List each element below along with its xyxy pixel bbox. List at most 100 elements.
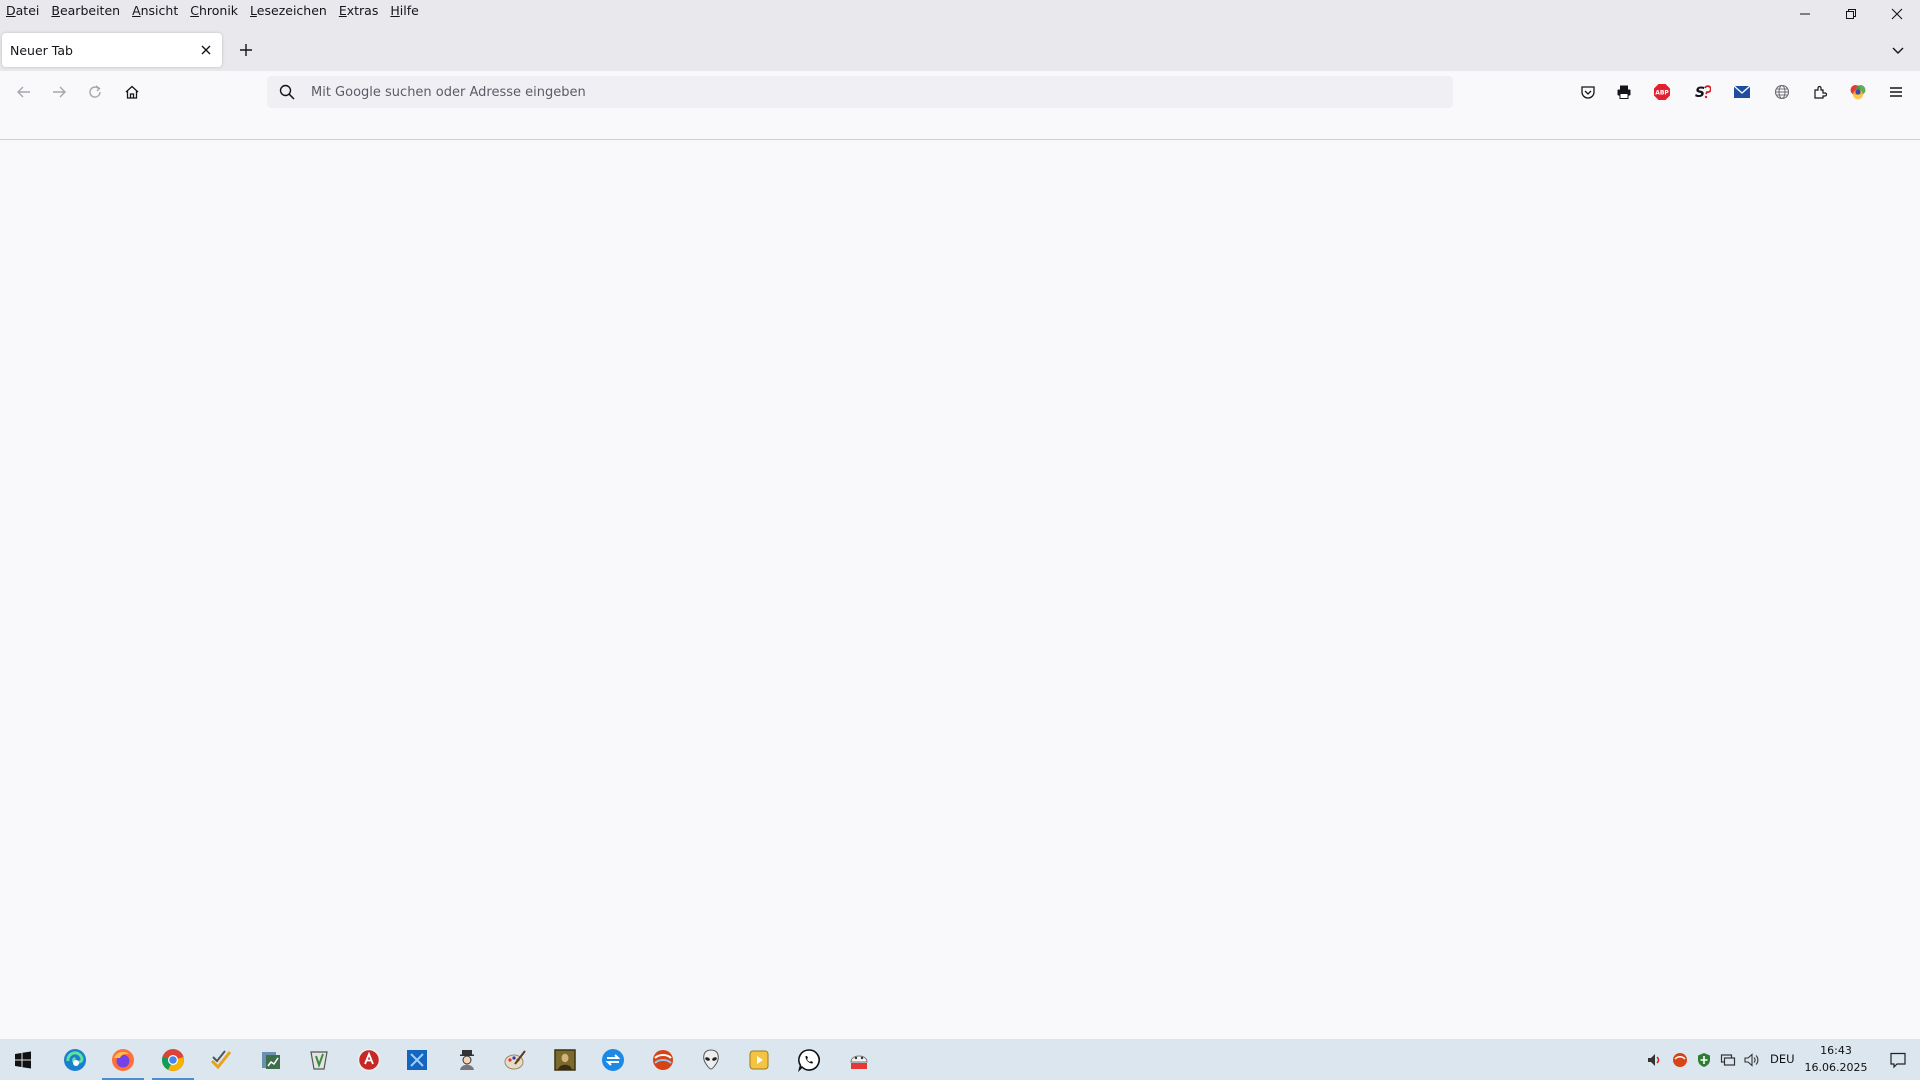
layers-app-icon: [653, 1049, 673, 1070]
print-button[interactable]: [1612, 80, 1636, 104]
blue-app-icon: [407, 1049, 427, 1070]
taskbar-layers-app[interactable]: [640, 1039, 686, 1080]
app-menu-button[interactable]: [1884, 80, 1908, 104]
minimize-icon: [1800, 13, 1810, 15]
forward-button[interactable]: [47, 80, 71, 104]
pocket-button[interactable]: [1576, 80, 1600, 104]
taskbar-sync-app[interactable]: [590, 1039, 636, 1080]
menu-chronik[interactable]: Chronik: [184, 0, 244, 22]
tab-strip: Neuer Tab: [0, 25, 1920, 71]
menu-ansicht[interactable]: Ansicht: [126, 0, 184, 22]
pocket-icon: [1581, 86, 1595, 99]
app-menu-icon: [1890, 87, 1902, 97]
adblock-plus-button[interactable]: ABP: [1650, 80, 1674, 104]
sync-icon: [602, 1048, 624, 1071]
menu-lesezeichen[interactable]: Lesezeichen: [244, 0, 333, 22]
taskbar-pdf24[interactable]: [836, 1039, 882, 1080]
notification-center-button[interactable]: [1876, 1039, 1920, 1080]
extension-s-icon: S: [1695, 85, 1711, 101]
tray-language[interactable]: DEU: [1770, 1039, 1795, 1080]
tab-neuer-tab[interactable]: Neuer Tab: [2, 33, 222, 67]
url-bar[interactable]: [267, 76, 1453, 108]
pdf24-icon: [850, 1055, 868, 1069]
notification-icon: [1890, 1052, 1906, 1068]
menu-extras[interactable]: Extras: [333, 0, 385, 22]
menu-hilfe[interactable]: Hilfe: [384, 0, 424, 22]
layers-app-icon: [1673, 1053, 1687, 1067]
firefox-icon: [112, 1048, 134, 1071]
taskbar-brush-app[interactable]: [492, 1039, 538, 1080]
taskbar-tasks-app[interactable]: [198, 1039, 244, 1080]
taskbar-finance-app[interactable]: [248, 1039, 294, 1080]
menu-bar: Datei Bearbeiten Ansicht Chronik Lesezei…: [0, 0, 425, 22]
plus-icon: [240, 44, 252, 56]
arrow-right-icon: [53, 86, 66, 98]
tab-title: Neuer Tab: [10, 42, 73, 58]
alien-icon: [703, 1048, 719, 1070]
video-player-icon: [749, 1050, 769, 1069]
taskbar-video-player[interactable]: [736, 1039, 782, 1080]
taskbar-character-app[interactable]: [444, 1039, 490, 1080]
tray-volume[interactable]: [1743, 1051, 1761, 1069]
arrow-left-icon: [17, 86, 30, 98]
taskbar-alien-app[interactable]: [688, 1039, 734, 1080]
tray-network[interactable]: [1719, 1051, 1737, 1069]
back-button[interactable]: [12, 80, 36, 104]
tab-close-button[interactable]: [198, 42, 214, 58]
page-content: [0, 141, 1920, 1039]
translate-button[interactable]: [1770, 80, 1794, 104]
menu-bearbeiten[interactable]: Bearbeiten: [45, 0, 126, 22]
tray-layers-app[interactable]: [1671, 1051, 1689, 1069]
tray-volume-warning[interactable]: [1646, 1051, 1664, 1069]
reload-icon: [89, 85, 101, 98]
mail-button[interactable]: [1730, 80, 1754, 104]
taskbar-edge[interactable]: [52, 1039, 98, 1080]
windows-logo-icon: [15, 1051, 31, 1068]
extension-s-button[interactable]: S: [1690, 80, 1714, 104]
extensions-puzzle-icon: [1814, 85, 1828, 99]
color-picker-icon: [1850, 85, 1866, 100]
minimize-button[interactable]: [1782, 0, 1828, 28]
start-button[interactable]: [0, 1039, 46, 1080]
taskbar-chrome[interactable]: [150, 1039, 196, 1080]
translate-globe-icon: [1774, 84, 1790, 100]
red-app-icon: [357, 1048, 381, 1071]
menu-datei[interactable]: Datei: [0, 0, 45, 22]
tray-clock[interactable]: 16:43 16.06.2025: [1796, 1042, 1876, 1076]
taskbar-blue-app[interactable]: [394, 1039, 440, 1080]
brush-icon: [504, 1049, 526, 1069]
extensions-button[interactable]: [1808, 80, 1832, 104]
window-close-button[interactable]: [1874, 0, 1920, 28]
new-tab-button[interactable]: [234, 38, 258, 62]
window-controls: [1782, 0, 1920, 28]
taskbar-whatsapp[interactable]: [786, 1039, 832, 1080]
taskbar-red-app[interactable]: [346, 1039, 392, 1080]
tab-list-button[interactable]: [1886, 38, 1910, 62]
close-icon: [1891, 8, 1903, 20]
finance-icon: [262, 1051, 280, 1069]
close-icon: [201, 45, 211, 55]
restore-button[interactable]: [1828, 0, 1874, 28]
taskbar-firefox[interactable]: [100, 1039, 146, 1080]
restore-icon: [1846, 9, 1856, 19]
url-input[interactable]: [311, 76, 1431, 108]
character-icon: [460, 1049, 474, 1070]
taskbar-art-app[interactable]: [542, 1039, 588, 1080]
shield-icon: [1698, 1053, 1710, 1067]
reload-button[interactable]: [83, 80, 107, 104]
adblock-plus-icon: ABP: [1654, 84, 1670, 100]
tasks-icon: [210, 1049, 232, 1069]
mona-lisa-icon: [554, 1048, 576, 1071]
home-button[interactable]: [120, 80, 144, 104]
chrome-icon: [162, 1048, 184, 1071]
clock-time: 16:43: [1820, 1044, 1852, 1057]
tray-security[interactable]: [1695, 1051, 1713, 1069]
color-picker-button[interactable]: [1846, 80, 1870, 104]
edge-icon: [64, 1048, 86, 1071]
whatsapp-icon: [798, 1048, 820, 1072]
taskbar-cleaner-app[interactable]: [296, 1039, 342, 1080]
cleaner-icon: [310, 1050, 328, 1070]
svg-text:S: S: [1695, 85, 1705, 101]
navigation-bar: ABP S: [0, 71, 1920, 140]
print-icon: [1617, 85, 1631, 99]
